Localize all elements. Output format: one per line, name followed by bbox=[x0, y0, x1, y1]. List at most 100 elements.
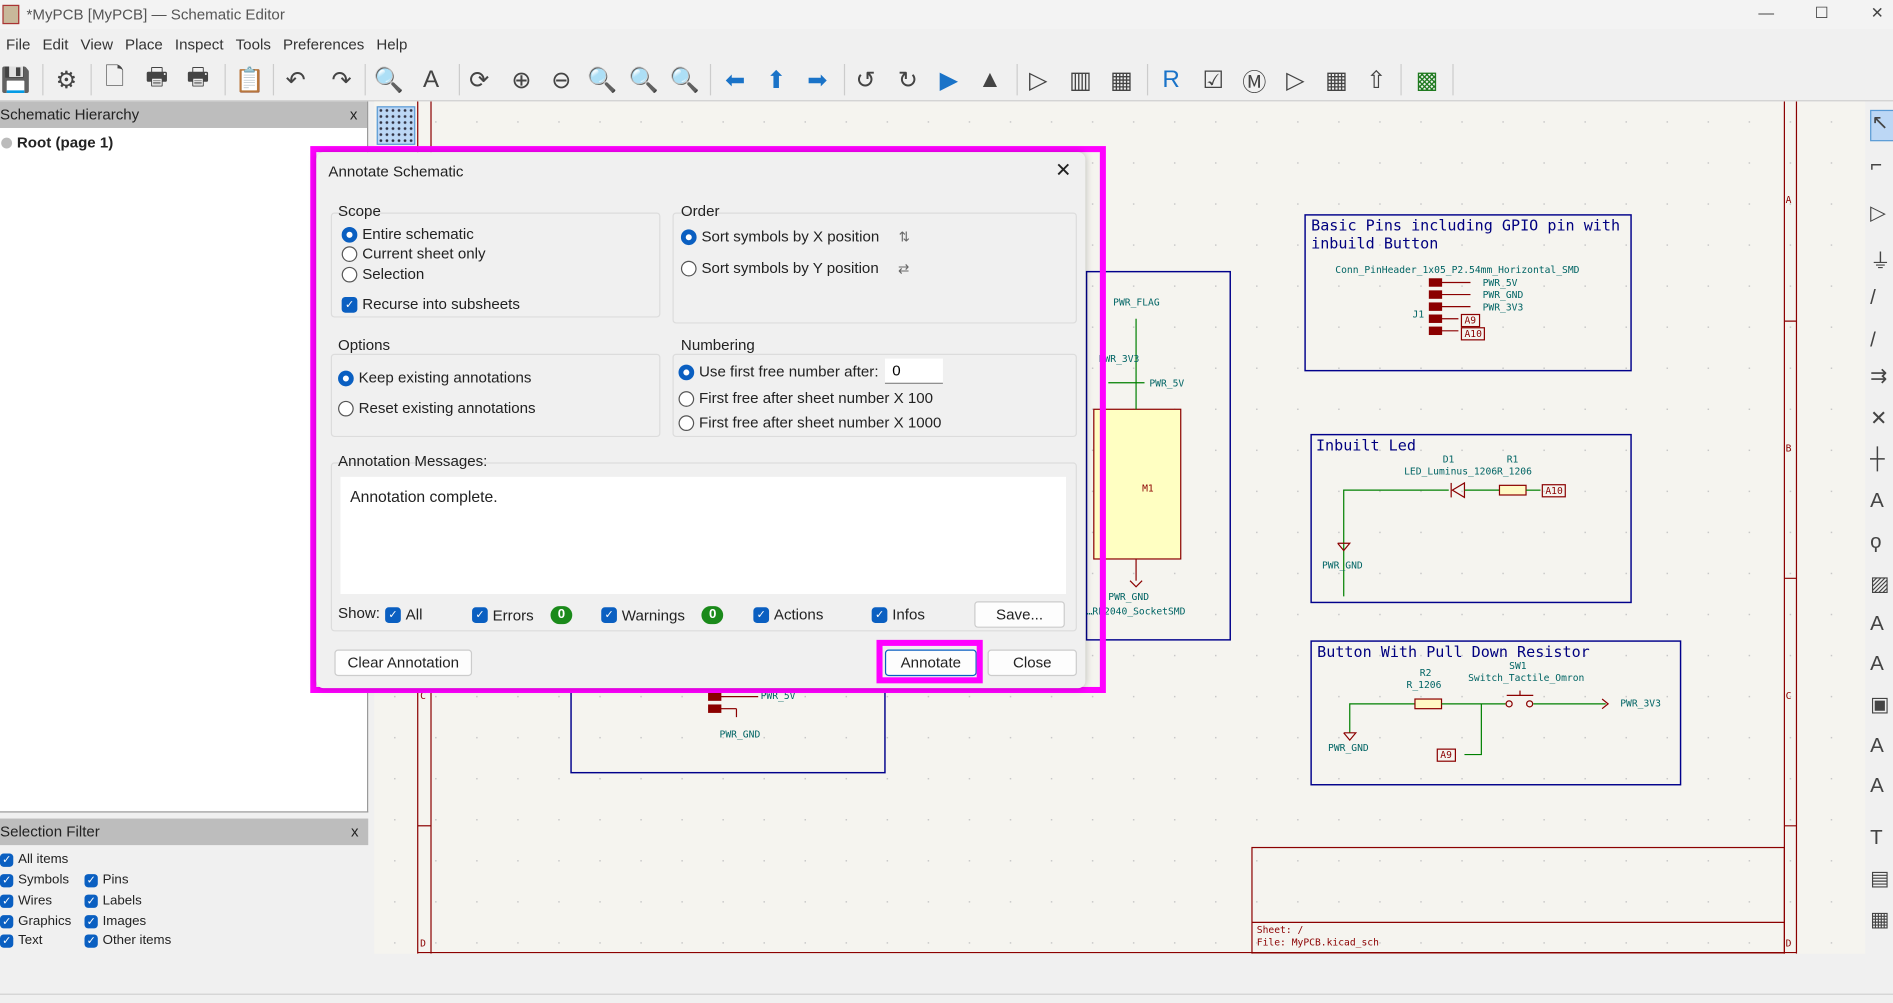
save-messages-button[interactable]: Save... bbox=[974, 601, 1065, 628]
show-actions-checkbox[interactable]: ✓ Actions bbox=[753, 606, 823, 623]
sheet-x1000-radio[interactable]: First free after sheet number X 1000 bbox=[678, 414, 941, 431]
menu-edit[interactable]: Edit bbox=[36, 33, 74, 57]
junction-icon[interactable]: ┼ bbox=[1870, 447, 1893, 478]
menu-view[interactable]: View bbox=[74, 33, 119, 57]
scope-current-sheet-radio[interactable]: Current sheet only bbox=[341, 245, 486, 262]
symbol-fields-table-icon[interactable]: ▦ bbox=[1320, 63, 1354, 97]
dialog-close-button[interactable]: ✕ bbox=[1055, 158, 1071, 182]
symbol-browser-icon[interactable]: ▥ bbox=[1064, 63, 1098, 97]
print-icon[interactable]: 🖶 bbox=[140, 63, 174, 97]
menu-inspect[interactable]: Inspect bbox=[169, 33, 230, 57]
filter-all-items-checkbox[interactable]: ✓ All items bbox=[0, 852, 68, 867]
highlight-net-icon[interactable]: ⌐ bbox=[1870, 153, 1893, 184]
filter-pins-checkbox[interactable]: ✓ Pins bbox=[84, 873, 128, 887]
refresh-icon[interactable]: ⟳ bbox=[462, 63, 496, 97]
clear-annotation-button[interactable]: Clear Annotation bbox=[334, 649, 473, 677]
messages-area[interactable]: Annotation complete. bbox=[340, 476, 1067, 594]
import-sheet-pin-icon[interactable]: A bbox=[1870, 734, 1893, 765]
title-block-sheet: Sheet: / bbox=[1256, 924, 1304, 936]
add-label-icon[interactable]: A bbox=[1870, 489, 1893, 520]
assign-footprints-icon[interactable]: ▷ bbox=[1279, 63, 1313, 97]
close-button[interactable]: Close bbox=[987, 649, 1077, 677]
scope-entire-radio[interactable]: Entire schematic bbox=[341, 226, 474, 243]
mirror-horizontal-icon[interactable]: ▶ bbox=[932, 63, 966, 97]
sync-sheet-pins-icon[interactable]: A bbox=[1870, 774, 1893, 805]
hierarchy-close-button[interactable]: x bbox=[350, 101, 358, 128]
rotate-ccw-icon[interactable]: ↺ bbox=[849, 63, 883, 97]
redo-icon[interactable]: ↷ bbox=[325, 63, 359, 97]
menu-place[interactable]: Place bbox=[119, 33, 169, 57]
maximize-button[interactable]: ☐ bbox=[1794, 0, 1850, 29]
zoom-objects-icon[interactable]: 🔍 bbox=[627, 63, 661, 97]
undo-icon[interactable]: ↶ bbox=[279, 63, 313, 97]
show-errors-checkbox[interactable]: ✓ Errors 0 bbox=[472, 606, 573, 625]
show-infos-checkbox[interactable]: ✓ Infos bbox=[871, 606, 925, 623]
add-text-icon[interactable]: T bbox=[1870, 826, 1893, 857]
add-bus-icon[interactable]: / bbox=[1870, 328, 1893, 359]
zoom-out-icon[interactable]: ⊖ bbox=[544, 63, 578, 97]
sort-x-radio[interactable]: Sort symbols by X position ⇅ bbox=[680, 228, 910, 245]
recurse-checkbox[interactable]: ✓ Recurse into subsheets bbox=[341, 296, 520, 313]
navigate-forward-icon[interactable]: ➡ bbox=[800, 63, 834, 97]
add-wire-icon[interactable]: / bbox=[1870, 286, 1893, 317]
add-rule-area-icon[interactable]: ▨ bbox=[1870, 572, 1893, 603]
annotate-icon[interactable]: R bbox=[1154, 63, 1188, 97]
symbol-editor-icon[interactable]: ▷ bbox=[1021, 63, 1055, 97]
menu-tools[interactable]: Tools bbox=[230, 33, 277, 57]
show-warnings-checkbox[interactable]: ✓ Warnings 0 bbox=[601, 606, 724, 625]
bom-icon[interactable]: ⇧ bbox=[1359, 63, 1393, 97]
page-settings-icon[interactable]: 🗋 bbox=[98, 63, 132, 97]
first-free-radio[interactable]: Use first free number after: bbox=[678, 363, 879, 380]
sort-y-radio[interactable]: Sort symbols by Y position ⇄ bbox=[680, 260, 909, 276]
navigate-up-icon[interactable]: ⬆ bbox=[759, 63, 793, 97]
filter-wires-checkbox[interactable]: ✓ Wires bbox=[0, 893, 52, 908]
add-symbol-icon[interactable]: ▷ bbox=[1870, 202, 1893, 233]
filter-text-checkbox[interactable]: ✓ Text bbox=[0, 933, 42, 948]
zoom-in-icon[interactable]: ⊕ bbox=[505, 63, 539, 97]
reset-annotations-radio[interactable]: Reset existing annotations bbox=[338, 400, 536, 417]
selection-filter-close-button[interactable]: x bbox=[351, 819, 359, 846]
show-all-checkbox[interactable]: ✓ All bbox=[385, 606, 422, 623]
toolbar-separator bbox=[709, 63, 712, 96]
sheet-x100-radio[interactable]: First free after sheet number X 100 bbox=[678, 390, 933, 407]
add-net-class-icon[interactable]: ϙ bbox=[1870, 530, 1893, 561]
erc-icon[interactable]: ☑ bbox=[1196, 63, 1230, 97]
keep-annotations-radio[interactable]: Keep existing annotations bbox=[338, 369, 531, 386]
paste-icon[interactable]: 📋 bbox=[233, 63, 267, 97]
scope-selection-radio[interactable]: Selection bbox=[341, 266, 424, 283]
open-pcb-icon[interactable]: ▩ bbox=[1410, 63, 1444, 97]
add-global-label-icon[interactable]: A bbox=[1870, 612, 1893, 643]
errors-count-badge: 0 bbox=[550, 606, 573, 625]
add-hier-label-icon[interactable]: A bbox=[1870, 652, 1893, 683]
update-pcb-icon[interactable]: ▦ bbox=[1105, 63, 1139, 97]
plot-icon[interactable]: 🖶 bbox=[181, 63, 215, 97]
zoom-selection-icon[interactable]: 🔍 bbox=[668, 63, 702, 97]
menu-help[interactable]: Help bbox=[370, 33, 413, 57]
start-number-input[interactable] bbox=[884, 358, 943, 384]
schematic-setup-icon[interactable]: ⚙ bbox=[49, 63, 83, 97]
filter-symbols-checkbox[interactable]: ✓ Symbols bbox=[0, 873, 69, 887]
close-window-button[interactable]: ✕ bbox=[1850, 0, 1893, 29]
find-icon[interactable]: 🔍 bbox=[372, 63, 406, 97]
filter-images-checkbox[interactable]: ✓ Images bbox=[84, 914, 146, 928]
zoom-fit-icon[interactable]: 🔍 bbox=[586, 63, 620, 97]
filter-other-items-checkbox[interactable]: ✓ Other items bbox=[84, 933, 171, 948]
add-power-icon[interactable]: ⏚ bbox=[1870, 244, 1893, 275]
find-replace-icon[interactable]: A bbox=[414, 63, 448, 97]
save-icon[interactable]: 💾 bbox=[0, 63, 33, 97]
navigate-back-icon[interactable]: ⬅ bbox=[718, 63, 752, 97]
bus-entry-icon[interactable]: ⇉ bbox=[1870, 365, 1893, 396]
filter-labels-checkbox[interactable]: ✓ Labels bbox=[84, 893, 142, 908]
add-sheet-icon[interactable]: ▣ bbox=[1870, 693, 1893, 724]
filter-graphics-checkbox[interactable]: ✓ Graphics bbox=[0, 914, 71, 928]
add-textbox-icon[interactable]: ▤ bbox=[1870, 867, 1893, 898]
mirror-vertical-icon[interactable]: ▲ bbox=[973, 63, 1007, 97]
select-icon[interactable]: ↖ bbox=[1870, 109, 1893, 142]
add-table-icon[interactable]: ▦ bbox=[1870, 908, 1893, 939]
rotate-cw-icon[interactable]: ↻ bbox=[891, 63, 925, 97]
simulator-icon[interactable]: Ⓜ bbox=[1237, 63, 1271, 97]
menu-preferences[interactable]: Preferences bbox=[277, 33, 370, 57]
no-connect-icon[interactable]: ✕ bbox=[1870, 407, 1893, 438]
minimize-button[interactable]: — bbox=[1739, 0, 1795, 29]
menu-file[interactable]: File bbox=[0, 33, 36, 57]
